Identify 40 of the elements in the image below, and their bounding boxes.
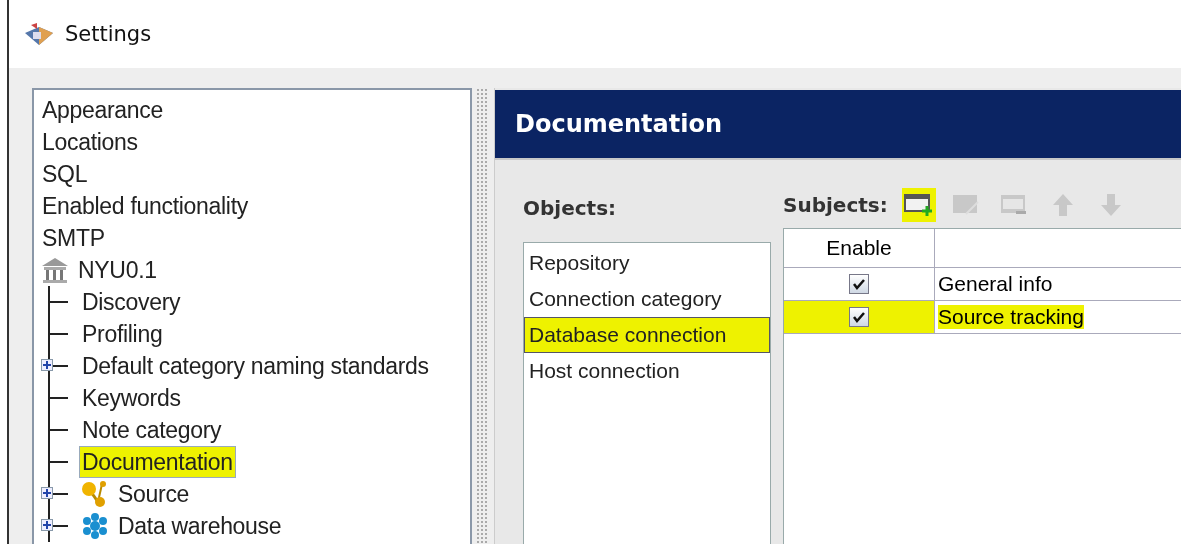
tree-item[interactable]: Enabled functionality: [40, 191, 250, 221]
tree-item[interactable]: Keywords: [80, 383, 183, 413]
checkmark-icon: [852, 311, 866, 323]
window-title: Settings: [65, 22, 152, 46]
objects-label: Objects:: [523, 196, 618, 222]
tree-item[interactable]: Default category naming standards: [80, 351, 431, 381]
list-item[interactable]: Host connection: [524, 353, 770, 389]
toolbar-button[interactable]: [901, 188, 936, 222]
tree-item[interactable]: Note category: [80, 415, 224, 445]
tree-item[interactable]: Profiling: [80, 319, 165, 349]
snowflake-icon: [80, 512, 110, 540]
up-arrow-icon: [1050, 192, 1075, 218]
tree-item[interactable]: Appearance: [40, 95, 166, 125]
tree-item[interactable]: Locations: [40, 127, 140, 157]
panel-title: Documentation: [495, 90, 1181, 158]
checkbox[interactable]: [849, 274, 869, 294]
splitter-handle[interactable]: [476, 88, 488, 544]
list-item[interactable]: Repository: [524, 245, 770, 281]
tree-item[interactable]: Documentation: [80, 447, 235, 477]
expand-toggle[interactable]: [41, 359, 53, 371]
list-item[interactable]: Database connection: [524, 317, 770, 353]
tree-item[interactable]: Source: [116, 479, 192, 509]
down-arrow-icon: [1098, 192, 1123, 218]
list-item[interactable]: Connection category: [524, 281, 770, 317]
checkbox[interactable]: [849, 307, 869, 327]
tree-item[interactable]: SMTP: [40, 223, 107, 253]
tree-item[interactable]: NYU0.1: [76, 255, 159, 285]
expand-toggle[interactable]: [41, 487, 53, 499]
bank-icon: [40, 256, 70, 284]
table-cell: Source tracking: [938, 305, 1084, 329]
tree-item[interactable]: Data warehouse: [116, 511, 284, 541]
expand-toggle[interactable]: [41, 519, 53, 531]
app-logo-icon: [23, 21, 55, 47]
tree-item[interactable]: SQL: [40, 159, 90, 189]
tree-item[interactable]: Discovery: [80, 287, 183, 317]
subjects-label: Subjects:: [783, 193, 888, 217]
add-icon: [903, 192, 934, 218]
table-cell: General info: [938, 272, 1053, 296]
column-header[interactable]: Enable: [784, 229, 935, 267]
checkmark-icon: [852, 278, 866, 290]
